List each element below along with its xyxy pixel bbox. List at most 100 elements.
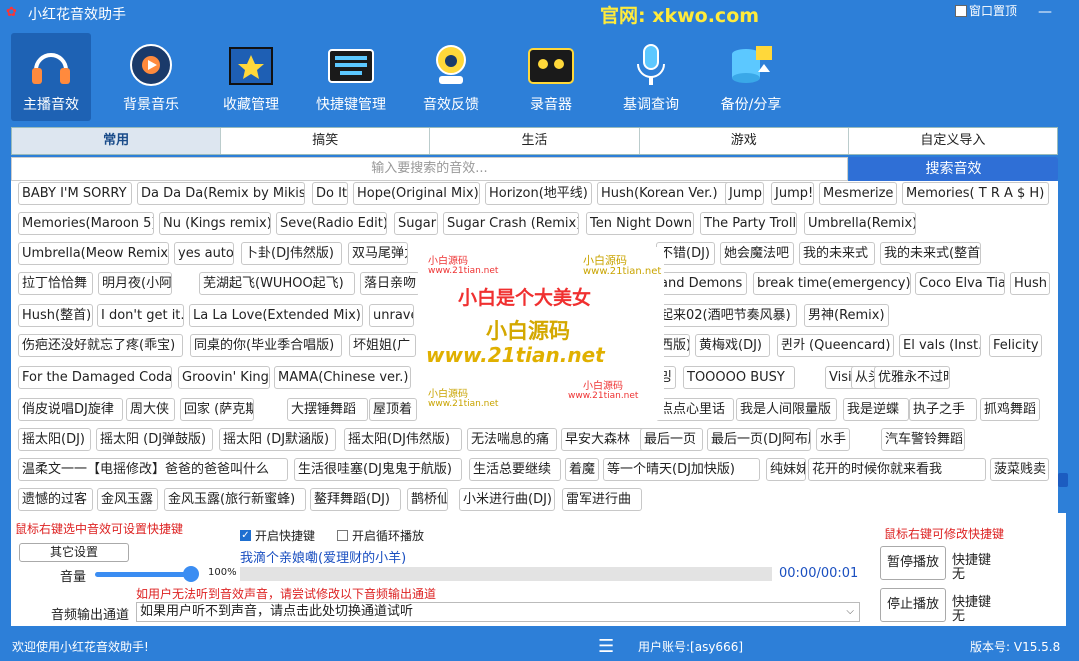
toolbar-backup-share[interactable]: 备份/分享	[711, 33, 791, 121]
sound-button[interactable]: 摇太阳(DJ伟然版)	[344, 428, 462, 451]
sound-button[interactable]: unrave	[369, 304, 414, 327]
sound-button[interactable]: 她会魔法吧	[720, 242, 794, 265]
sound-button[interactable]: 执子之手	[909, 398, 977, 421]
tab-common[interactable]: 常用	[12, 128, 222, 154]
sound-button[interactable]: 小米进行曲(DJ)	[459, 488, 555, 511]
sound-button[interactable]: 汽车警铃舞蹈	[881, 428, 965, 451]
sound-button[interactable]: 屋顶着	[369, 398, 417, 421]
sound-button[interactable]: 周大侠	[126, 398, 175, 421]
tab-life[interactable]: 生活	[430, 128, 640, 154]
sound-button[interactable]: Nu (Kings remix)	[159, 212, 271, 235]
sound-button[interactable]: 等一个晴天(DJ加快版)	[603, 458, 760, 481]
search-button[interactable]: 搜索音效	[849, 157, 1058, 181]
sound-button[interactable]: Seve(Radio Edit)	[276, 212, 387, 235]
sound-button[interactable]: 퀸카 (Queencard)	[777, 334, 894, 357]
sound-button[interactable]: Hush(整首)	[18, 304, 93, 327]
sound-button[interactable]: La La Love(Extended Mix)	[189, 304, 363, 327]
sound-button[interactable]: 落日亲吻	[360, 272, 420, 295]
sound-button[interactable]: 抓鸡舞蹈	[980, 398, 1040, 421]
sound-button[interactable]: 黄梅戏(DJ)	[695, 334, 770, 357]
sound-button[interactable]: 摇太阳(DJ)	[18, 428, 91, 451]
toolbar-favorites[interactable]: 收藏管理	[211, 33, 291, 121]
pause-button[interactable]: 暂停播放	[880, 546, 946, 580]
sound-button[interactable]: 优雅永不过时	[874, 366, 950, 389]
sound-button[interactable]: 芜湖起飞(WUHOO起飞)	[199, 272, 355, 295]
sound-button[interactable]: 摇太阳 (DJ弹鼓版)	[96, 428, 213, 451]
toolbar-key-query[interactable]: 基调查询	[611, 33, 691, 121]
enable-hotkey-checkbox[interactable]: ✓ 开启快捷键	[240, 527, 315, 544]
sound-button[interactable]: Umbrella(Remix)	[804, 212, 916, 235]
sound-button[interactable]: 我是人间限量版	[736, 398, 837, 421]
sound-button[interactable]: 我的未来式	[799, 242, 875, 265]
sound-button[interactable]: Hope(Original Mix)	[353, 182, 480, 205]
sound-button[interactable]: Sugar	[394, 212, 438, 235]
sound-button[interactable]: 坏姐姐(广	[349, 334, 416, 357]
sound-button[interactable]: 卜卦(DJ伟然版)	[241, 242, 342, 265]
sound-button[interactable]: 花开的时候你就来看我	[808, 458, 986, 481]
sound-button[interactable]: yes auto	[174, 242, 234, 265]
stop-button[interactable]: 停止播放	[880, 588, 946, 622]
sound-button[interactable]: 鹊桥仙	[407, 488, 448, 511]
sound-button[interactable]: The Party Troll	[700, 212, 797, 235]
sound-button[interactable]: Mesmerize	[819, 182, 897, 205]
sound-button[interactable]: 鳌拜舞蹈(DJ)	[310, 488, 401, 511]
sound-button[interactable]: 大摆锤舞蹈	[287, 398, 368, 421]
sound-button[interactable]: 生活总要继续	[469, 458, 561, 481]
sound-button[interactable]: Memories( T R A $ H)	[902, 182, 1049, 205]
sound-button[interactable]: Hush	[1010, 272, 1050, 295]
sound-button[interactable]: 不错(DJ)	[656, 242, 715, 265]
sound-button[interactable]: Jump!	[771, 182, 814, 205]
enable-loop-checkbox[interactable]: 开启循环播放	[337, 527, 424, 544]
toolbar-bgm[interactable]: 背景音乐	[111, 33, 191, 121]
sound-button[interactable]: Ten Night Down	[586, 212, 694, 235]
toolbar-recorder[interactable]: 录音器	[511, 33, 591, 121]
sound-button[interactable]: 着魔	[565, 458, 599, 481]
tab-custom-import[interactable]: 自定义导入	[849, 128, 1057, 154]
sound-button[interactable]: 雷军进行曲	[562, 488, 642, 511]
scrollbar-thumb[interactable]	[1058, 473, 1068, 487]
sound-button[interactable]: 遗憾的过客	[18, 488, 93, 511]
volume-slider-handle[interactable]	[183, 566, 199, 582]
sound-button[interactable]: TOOOOO BUSY	[683, 366, 795, 389]
tab-games[interactable]: 游戏	[640, 128, 849, 154]
sound-button[interactable]: break time(emergency)	[753, 272, 911, 295]
sound-button[interactable]: Sugar Crash (Remix)	[443, 212, 579, 235]
menu-icon[interactable]: ☰	[598, 633, 614, 661]
sound-button[interactable]: Memories(Maroon 5)	[18, 212, 154, 235]
sound-button[interactable]: 我是逆蝶	[843, 398, 909, 421]
sound-button[interactable]: Coco Elva Tia	[915, 272, 1005, 295]
sound-button[interactable]: MAMA(Chinese ver.)	[274, 366, 411, 389]
sound-button[interactable]: 无法喘息的痛	[467, 428, 557, 451]
sound-button[interactable]: 最后一页	[640, 428, 703, 451]
pin-window-checkbox[interactable]: 窗口置顶	[955, 2, 1017, 19]
sound-button[interactable]: 温柔文一一【电摇修改】爸爸的爸爸叫什么	[18, 458, 288, 481]
sound-button[interactable]: 水手	[816, 428, 850, 451]
sound-button[interactable]: 金风玉露(旅行新蜜蜂)	[164, 488, 306, 511]
sound-button[interactable]: 同桌的你(毕业季合唱版)	[190, 334, 342, 357]
sound-button[interactable]: 纯妹妹	[766, 458, 806, 481]
sound-button[interactable]: Jump	[725, 182, 764, 205]
sound-button[interactable]: 起来02(酒吧节奏风暴)	[656, 304, 797, 327]
sound-button[interactable]: Hush(Korean Ver.)	[597, 182, 734, 205]
sound-button[interactable]: 菠菜贱卖	[990, 458, 1049, 481]
playback-progress-bar[interactable]	[240, 567, 772, 581]
sound-button[interactable]: Umbrella(Meow Remix)	[18, 242, 169, 265]
sound-button[interactable]: Horizon(地平线)	[485, 182, 592, 205]
sound-button[interactable]: 明月夜(小阿枫)	[98, 272, 172, 295]
sound-button[interactable]: 我的未来式(整首)	[880, 242, 981, 265]
sound-button[interactable]: Felicity	[989, 334, 1042, 357]
toolbar-feedback[interactable]: 音效反馈	[411, 33, 491, 121]
sound-button[interactable]: 男神(Remix)	[804, 304, 889, 327]
sound-button[interactable]: 拉丁恰恰舞	[18, 272, 93, 295]
sound-button[interactable]: For the Damaged Coda	[18, 366, 172, 389]
sound-button[interactable]: Do It	[312, 182, 348, 205]
search-input[interactable]: 输入要搜索的音效...	[11, 157, 848, 181]
other-settings-button[interactable]: 其它设置	[19, 543, 129, 562]
sound-button[interactable]: 摇太阳 (DJ默涵版)	[219, 428, 336, 451]
sound-button[interactable]: 金风玉露	[97, 488, 158, 511]
volume-slider-track[interactable]	[95, 572, 195, 577]
sound-button[interactable]: 伤疤还没好就忘了疼(乖宝)	[18, 334, 183, 357]
minimize-button[interactable]: —	[1030, 0, 1060, 24]
tab-funny[interactable]: 搞笑	[221, 128, 431, 154]
toolbar-hotkeys[interactable]: 快捷键管理	[311, 33, 391, 121]
